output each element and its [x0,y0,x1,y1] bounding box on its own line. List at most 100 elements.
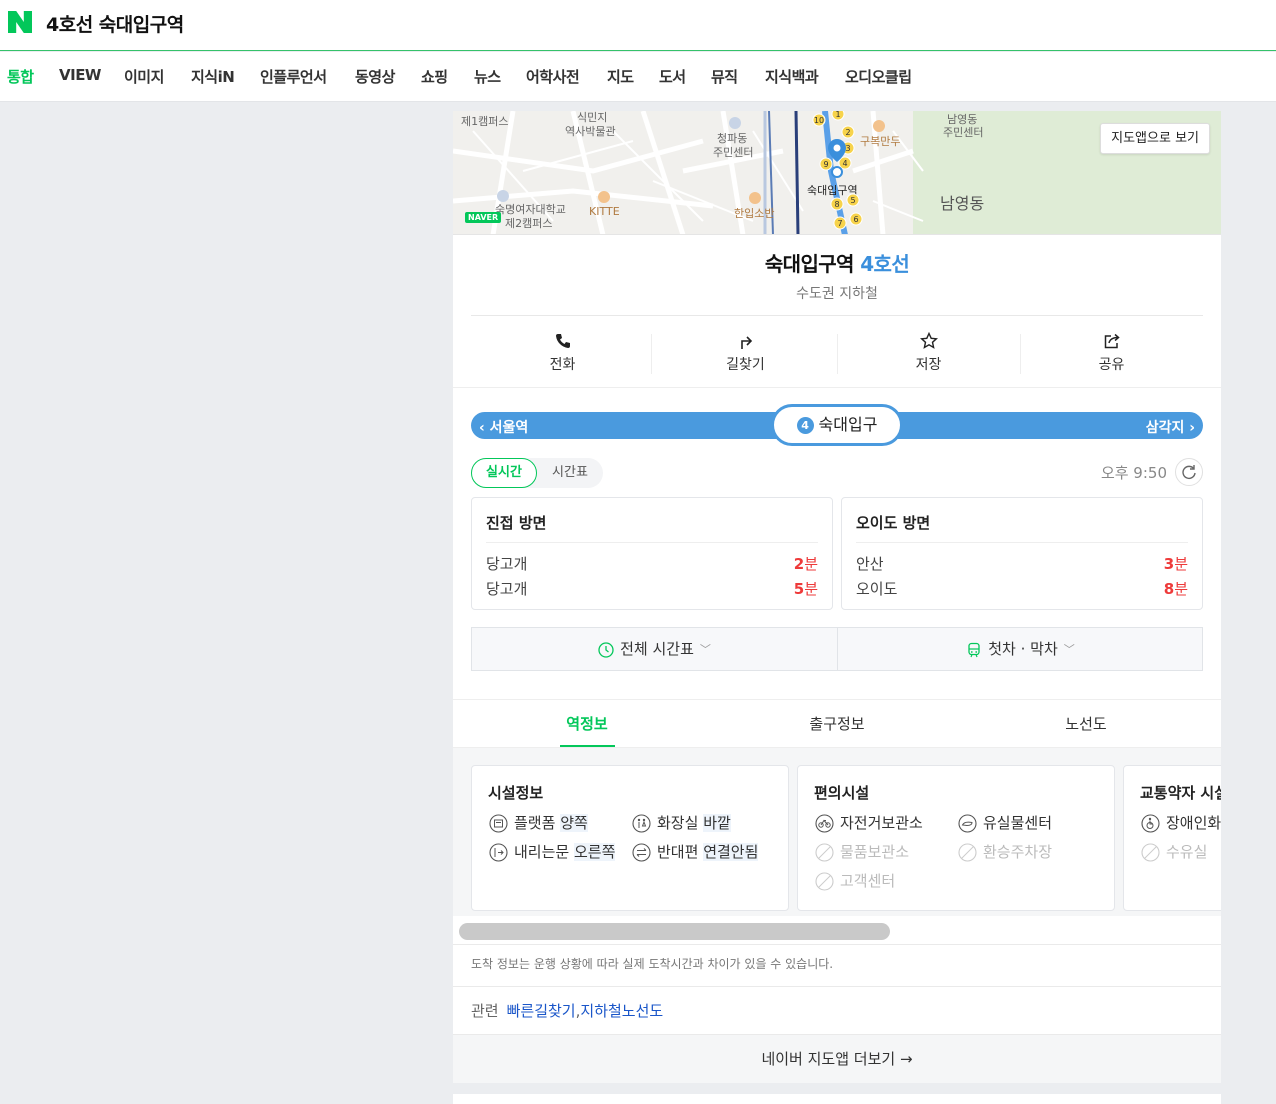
train-icon [968,642,980,657]
share-label: 공유 [1098,357,1125,373]
bike-storage: 자전거보관소 [815,812,923,834]
tab-music[interactable]: 뮤직 [711,66,738,87]
first-last-train-button[interactable]: 첫차 · 막차 ﹀ [838,628,1203,670]
restroom-info: 화장실 바깥 [632,812,731,834]
share-button[interactable]: 공유 [1020,316,1203,386]
arrival-time: 2분 [793,555,818,573]
exit-8-label: 8 [834,200,839,209]
refresh-button[interactable] [1175,458,1203,486]
divider [453,699,1221,700]
tab-images[interactable]: 이미지 [124,66,164,87]
exit-2-label: 2 [845,128,850,137]
call-button[interactable]: 전화 [471,316,654,386]
quick-route-link[interactable]: 빠른길찾기 [507,1002,576,1020]
restroom-icon [632,814,651,833]
bicycle-icon [815,814,834,833]
unavailable-icon [815,872,834,891]
arrival-destination: 오이도 [856,580,898,598]
full-timetable-label: 전체 시간표 [620,640,694,658]
timetable-tab[interactable]: 시간표 [537,458,603,488]
directions-button[interactable]: 길찾기 [654,316,837,386]
realtime-tab[interactable]: 실시간 [471,458,537,488]
arrival-time: 5분 [793,580,818,598]
exit-7-label: 7 [837,219,842,228]
tab-shopping[interactable]: 쇼핑 [421,66,448,87]
exit-10-label: 10 [814,116,824,125]
direction-box: 진접 방면 당고개 2분 당고개 5분 [471,497,833,610]
arrival-row: 당고개 5분 [486,578,818,598]
exit-5-label: 5 [850,196,855,205]
direction-box: 오이도 방면 안산 3분 오이도 8분 [841,497,1203,610]
chevron-down-icon: ﹀ [699,642,711,656]
exit-door-icon [489,843,508,862]
station-line[interactable]: 4호선 [860,252,910,276]
unavailable-icon [1141,843,1160,862]
nursing-room: 수유실 [1141,841,1207,863]
arrival-destination: 당고개 [486,580,528,598]
tab-news[interactable]: 뉴스 [474,66,501,87]
divider [486,542,818,543]
exit-3-label: 3 [845,144,850,153]
tab-influencer[interactable]: 인플루언서 [260,66,327,87]
tab-dictionary[interactable]: 어학사전 [526,66,580,87]
tab-route-map[interactable]: 노선도 [958,713,1214,734]
prev-station-link[interactable]: ‹ 서울역 [479,417,528,437]
chevron-down-icon: ﹀ [1063,642,1075,656]
next-station-link[interactable]: 삼각지 › [1146,417,1195,437]
facility-info-box: 시설정보 플랫폼 양쪽 화장실 바깥 내리는문 오른쪽 반대편 연결안됨 [471,765,789,911]
open-map-app-button[interactable]: 지도앱으로 보기 [1100,123,1210,154]
divider [453,387,1221,388]
horizontal-scrollbar[interactable] [459,923,890,940]
public-office-icon [497,117,741,202]
more-in-map-app-button[interactable]: 네이버 지도앱 더보기 → [453,1035,1221,1083]
platform-icon [489,814,508,833]
arrival-destination: 안산 [856,555,884,573]
tab-station-info[interactable]: 역정보 [459,713,715,734]
directions-label: 길찾기 [726,357,765,373]
door-side-info: 내리는문 오른쪽 [489,841,616,863]
refresh-icon [1182,465,1196,479]
save-button[interactable]: 저장 [837,316,1020,386]
line-number-badge: 4 [796,416,814,434]
naver-map-badge: NAVER [465,212,502,223]
tab-encyclopedia[interactable]: 지식백과 [765,66,819,87]
tab-video[interactable]: 동영상 [355,66,395,87]
clock-icon [598,641,614,658]
wheelchair-icon [1141,814,1160,833]
call-label: 전화 [549,357,576,373]
station-title[interactable]: 숙대입구역 4호선 [453,248,1221,277]
tab-all[interactable]: 통합 [7,66,34,87]
lost-and-found: 유실물센터 [958,812,1052,834]
subway-map-link[interactable]: 지하철노선도 [580,1002,663,1020]
arrival-row: 안산 3분 [856,553,1188,573]
related-links: 관련 빠른길찾기,지하철노선도 [471,1002,664,1020]
tab-exit-info[interactable]: 출구정보 [709,713,965,734]
facility-info-title: 시설정보 [488,784,544,802]
action-bar: 전화 길찾기 저장 공유 [471,316,1203,386]
more-label: 네이버 지도앱 더보기 [761,1050,896,1068]
station-map[interactable]: 제1캠퍼스 식민지 역사박물관 청파동 주민센터 구복만두 남영동 주민센터 숙… [453,111,1221,235]
opposite-side-info: 반대편 연결안됨 [632,841,759,863]
glove-icon [958,814,977,833]
naver-logo-icon[interactable] [8,11,32,33]
current-station-badge: 4 숙대입구 [771,404,903,446]
exit-9-label: 9 [823,160,828,169]
tab-audioclip[interactable]: 오디오클립 [845,66,912,87]
full-timetable-button[interactable]: 전체 시간표 ﹀ [472,628,837,670]
divider [651,334,652,374]
arrival-time: 3분 [1163,555,1188,573]
directions-arrow-icon [741,336,753,349]
next-card [453,1094,1221,1104]
tab-kin[interactable]: 지식iN [191,66,235,87]
schedule-buttons: 전체 시간표 ﹀ 첫차 · 막차 ﹀ [471,627,1203,671]
customer-center: 고객센터 [815,870,895,892]
convenience-box: 편의시설 자전거보관소 유실물센터 물품보관소 환승주차장 고객센터 [797,765,1115,911]
tab-map[interactable]: 지도 [607,66,634,87]
transfer-parking: 환승주차장 [958,841,1052,863]
station-name[interactable]: 숙대입구역 [765,252,855,276]
divider [453,944,1221,945]
transfer-arrows-icon [632,843,651,862]
tab-books[interactable]: 도서 [659,66,686,87]
realtime-toggle: 실시간 시간표 [471,458,603,488]
tab-view[interactable]: VIEW [59,66,101,84]
